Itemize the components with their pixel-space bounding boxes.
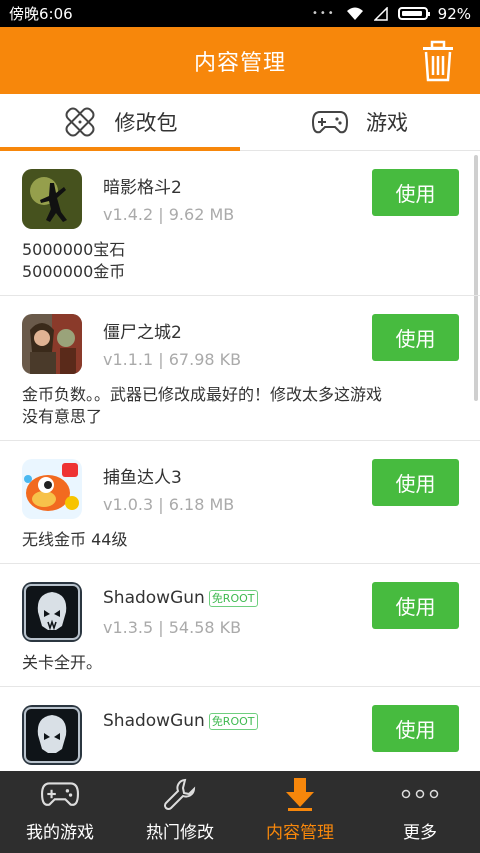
use-button[interactable]: 使用 xyxy=(372,314,459,361)
notification-dots-icon: ••• xyxy=(311,8,336,19)
no-root-badge: 免ROOT xyxy=(208,589,258,607)
mod-description: 无线金币 44级 xyxy=(22,530,128,549)
zombie-city-app-icon xyxy=(22,314,82,374)
nav-hot-mods-label: 热门修改 xyxy=(146,823,214,843)
wrench-icon xyxy=(160,776,200,812)
shadow-fight-app-icon xyxy=(22,169,82,229)
tab-mod-packages[interactable]: 修改包 xyxy=(0,94,240,151)
status-indicators: ••• 92% xyxy=(312,5,471,23)
use-button[interactable]: 使用 xyxy=(372,169,459,216)
use-button[interactable]: 使用 xyxy=(372,582,459,629)
signal-icon xyxy=(373,6,388,21)
bottom-navigation: 我的游戏 热门修改 内容管理 更多 xyxy=(0,771,480,853)
tab-games-label: 游戏 xyxy=(366,111,408,135)
mod-description: 金币负数。。武器已修改成最好的！修改太多这游戏 没有意思了 xyxy=(22,385,383,426)
shadowgun-app-icon xyxy=(22,582,82,642)
tab-mod-packages-label: 修改包 xyxy=(114,111,178,135)
bandage-icon xyxy=(65,107,94,137)
nav-content-management[interactable]: 内容管理 xyxy=(240,771,360,853)
nav-my-games-label: 我的游戏 xyxy=(26,823,94,843)
wifi-icon xyxy=(346,7,363,20)
shadowgun-app-icon xyxy=(22,705,82,765)
gamepad-icon xyxy=(312,111,348,134)
no-root-badge: 免ROOT xyxy=(208,712,258,730)
mod-description: 关卡全开。 xyxy=(22,653,103,672)
download-arrow-icon xyxy=(280,776,320,812)
gamepad-icon xyxy=(40,776,80,812)
tab-bar: 修改包 游戏 xyxy=(0,94,480,151)
list-item[interactable]: 僵尸之城2 v1.1.1 | 67.98 KB 使用 金币负数。。武器已修改成最… xyxy=(0,296,480,441)
use-button[interactable]: 使用 xyxy=(372,459,459,506)
list-item[interactable]: 暗影格斗2 v1.4.2 | 9.62 MB 使用 5000000宝石 5000… xyxy=(0,151,480,296)
status-bar: 傍晚6:06 ••• 92% xyxy=(0,0,480,27)
mod-description: 5000000宝石 5000000金币 xyxy=(22,240,126,281)
trash-icon[interactable] xyxy=(418,40,458,82)
more-dots-icon xyxy=(400,776,440,812)
page-title: 内容管理 xyxy=(193,50,286,76)
fishing-app-icon xyxy=(22,459,82,519)
list-item[interactable]: 捕鱼达人3 v1.0.3 | 6.18 MB 使用 无线金币 44级 xyxy=(0,441,480,564)
status-time: 傍晚6:06 xyxy=(9,5,73,23)
mod-package-list[interactable]: 暗影格斗2 v1.4.2 | 9.62 MB 使用 5000000宝石 5000… xyxy=(0,151,480,771)
nav-more-label: 更多 xyxy=(403,823,437,843)
use-button[interactable]: 使用 xyxy=(372,705,459,752)
app-header: 内容管理 xyxy=(0,27,480,94)
nav-hot-mods[interactable]: 热门修改 xyxy=(120,771,240,853)
list-item[interactable]: ShadowGun 免ROOT 使用 xyxy=(0,687,480,771)
nav-more[interactable]: 更多 xyxy=(360,771,480,853)
battery-icon xyxy=(397,7,430,20)
nav-my-games[interactable]: 我的游戏 xyxy=(0,771,120,853)
tab-games[interactable]: 游戏 xyxy=(240,94,480,150)
list-item[interactable]: ShadowGun 免ROOT v1.3.5 | 54.58 KB 使用 关卡全开… xyxy=(0,564,480,687)
battery-level: 92% xyxy=(437,4,471,23)
nav-content-management-label: 内容管理 xyxy=(266,823,334,843)
